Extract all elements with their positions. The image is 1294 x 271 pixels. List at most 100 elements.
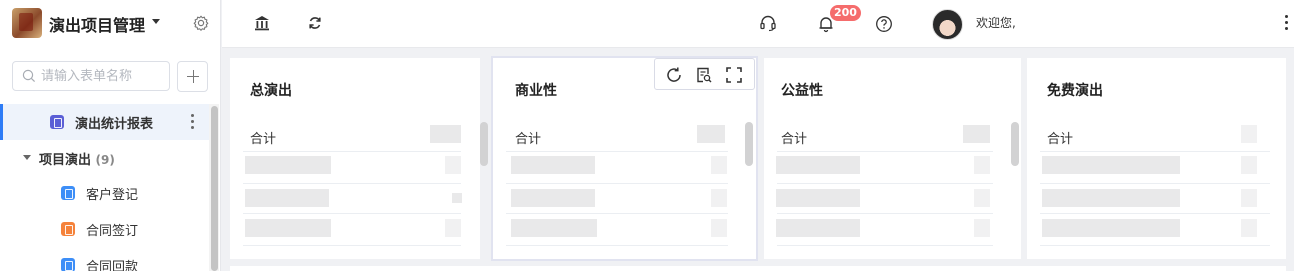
sidebar-group-project-performance[interactable]: 项目演出 (9) bbox=[0, 140, 209, 176]
total-value-placeholder bbox=[963, 125, 990, 143]
group-label: 项目演出 (9) bbox=[39, 149, 115, 168]
cell-placeholder bbox=[974, 189, 990, 207]
row-divider bbox=[1040, 245, 1270, 246]
cell-placeholder bbox=[245, 156, 331, 174]
group-count: (9) bbox=[95, 153, 115, 167]
form-icon bbox=[61, 258, 75, 271]
preview-icon[interactable] bbox=[695, 66, 713, 84]
row-divider bbox=[1040, 213, 1270, 214]
row-divider bbox=[777, 183, 993, 184]
cell-placeholder bbox=[511, 189, 595, 207]
cell-placeholder bbox=[1241, 189, 1257, 207]
group-label-text: 项目演出 bbox=[39, 153, 92, 168]
refresh-icon[interactable] bbox=[665, 66, 683, 84]
sidebar-item-performance-report[interactable]: 演出统计报表 bbox=[0, 104, 209, 140]
refresh-icon[interactable] bbox=[306, 14, 324, 32]
cell-placeholder bbox=[1042, 156, 1180, 174]
sidebar-item-contract-payment[interactable]: 合同回款 bbox=[0, 248, 209, 271]
form-icon bbox=[61, 222, 75, 236]
gear-icon[interactable] bbox=[192, 14, 210, 32]
cell-placeholder bbox=[245, 219, 331, 237]
more-vertical-icon[interactable] bbox=[1285, 15, 1289, 33]
fullscreen-icon[interactable] bbox=[725, 66, 743, 84]
card-title: 商业性 bbox=[515, 83, 557, 99]
cell-placeholder bbox=[776, 219, 860, 237]
cell-placeholder bbox=[511, 219, 597, 237]
total-label: 合计 bbox=[1047, 132, 1074, 147]
row-divider bbox=[243, 245, 461, 246]
cell-placeholder bbox=[1241, 156, 1257, 174]
card-scrollbar[interactable] bbox=[745, 122, 753, 166]
total-value-placeholder bbox=[430, 125, 461, 143]
sidebar-item-label: 演出统计报表 bbox=[75, 117, 154, 132]
cell-placeholder bbox=[974, 156, 990, 174]
sidebar-item-customer-registration[interactable]: 客户登记 bbox=[0, 176, 209, 212]
user-avatar[interactable] bbox=[932, 9, 963, 40]
stat-card-total: 总演出 合计 bbox=[230, 58, 488, 259]
caret-down-icon[interactable] bbox=[23, 155, 31, 160]
sidebar-item-contract-signing[interactable]: 合同签订 bbox=[0, 212, 209, 248]
row-divider bbox=[777, 245, 993, 246]
total-value-placeholder bbox=[1241, 125, 1257, 143]
bank-icon[interactable] bbox=[253, 14, 271, 32]
stat-card-free-performance: 免费演出 合计 bbox=[1027, 58, 1286, 259]
row-divider bbox=[777, 213, 993, 214]
cell-placeholder bbox=[711, 156, 727, 174]
row-divider bbox=[506, 183, 728, 184]
notification-badge: 200 bbox=[830, 5, 861, 21]
row-divider bbox=[243, 151, 461, 152]
form-search-box bbox=[12, 61, 170, 91]
card-title: 总演出 bbox=[250, 83, 292, 99]
search-icon bbox=[22, 69, 36, 83]
row-divider bbox=[243, 213, 461, 214]
row-divider bbox=[506, 151, 728, 152]
card-scrollbar[interactable] bbox=[1011, 122, 1019, 166]
top-bar bbox=[222, 0, 1294, 48]
row-divider bbox=[1040, 183, 1270, 184]
form-icon bbox=[61, 186, 75, 200]
cell-placeholder bbox=[245, 189, 329, 207]
scrollbar-thumb[interactable] bbox=[211, 106, 218, 271]
add-form-button[interactable] bbox=[177, 61, 208, 92]
cell-placeholder bbox=[974, 219, 990, 237]
row-divider bbox=[506, 213, 728, 214]
welcome-text[interactable]: 欢迎您, bbox=[976, 14, 1016, 31]
app-header: 演出项目管理 bbox=[0, 0, 221, 48]
cell-placeholder bbox=[1042, 219, 1180, 237]
sidebar: 演出项目管理 演出统计报表 项目演出 (9) 客户登记 bbox=[0, 0, 221, 271]
next-section-edge bbox=[230, 266, 1286, 271]
help-icon[interactable] bbox=[875, 15, 893, 33]
more-options-icon[interactable] bbox=[191, 114, 195, 130]
cell-placeholder bbox=[445, 156, 461, 174]
row-divider bbox=[1040, 151, 1270, 152]
headset-icon[interactable] bbox=[759, 14, 777, 32]
cell-placeholder bbox=[1042, 189, 1180, 207]
chevron-down-icon[interactable] bbox=[152, 19, 160, 24]
card-toolbar bbox=[654, 58, 755, 90]
total-value-placeholder bbox=[697, 125, 725, 143]
sidebar-item-label: 合同签订 bbox=[86, 224, 139, 239]
cell-placeholder bbox=[776, 156, 860, 174]
report-form-icon bbox=[50, 115, 64, 129]
cell-placeholder bbox=[776, 189, 860, 207]
stat-card-public-welfare: 公益性 合计 bbox=[764, 58, 1021, 259]
total-label: 合计 bbox=[515, 132, 542, 147]
cell-placeholder bbox=[1241, 219, 1257, 237]
cell-placeholder bbox=[711, 189, 727, 207]
sidebar-scrollbar[interactable] bbox=[209, 104, 219, 271]
row-divider bbox=[506, 245, 728, 246]
card-title: 免费演出 bbox=[1047, 83, 1103, 99]
app-logo bbox=[12, 8, 42, 38]
cell-placeholder bbox=[511, 156, 595, 174]
row-divider bbox=[243, 183, 461, 184]
sidebar-item-label: 客户登记 bbox=[86, 188, 139, 203]
cell-placeholder bbox=[452, 193, 462, 203]
cell-placeholder bbox=[711, 219, 727, 237]
row-divider bbox=[777, 151, 993, 152]
card-scrollbar[interactable] bbox=[480, 122, 488, 166]
cell-placeholder bbox=[445, 219, 461, 237]
search-input[interactable] bbox=[41, 66, 165, 86]
app-title[interactable]: 演出项目管理 bbox=[49, 12, 145, 36]
total-label: 合计 bbox=[781, 132, 808, 147]
card-title: 公益性 bbox=[781, 83, 823, 99]
